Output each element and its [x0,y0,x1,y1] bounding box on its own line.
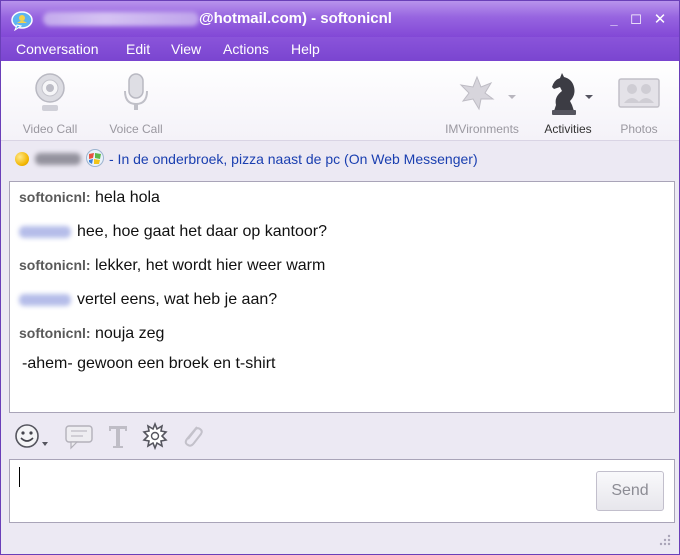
blurred-sender-name [19,225,71,238]
imvironments-button[interactable]: IMVironments [437,67,527,137]
microphone-icon [124,73,148,110]
menu-actions[interactable]: Actions [223,41,269,57]
menu-view[interactable]: View [171,41,201,57]
text-caret [19,467,20,487]
minimize-button[interactable]: _ [605,11,623,29]
toolbar: Video Call Voice Call IMVironments Activ… [1,61,679,141]
message-text: vertel eens, wat heb je aan? [77,291,278,308]
menu-bar: Conversation Edit View Actions Help [1,37,679,61]
activities-button[interactable]: Activities [535,67,601,137]
message-line: softonicnl: hela hola [19,189,160,207]
message-text: hee, hoe gaat het daar op kantoor? [77,223,327,240]
message-text: lekker, het wordt hier weer warm [95,257,326,274]
webcam-icon [35,73,65,111]
message-text: hela hola [95,189,160,206]
emoticon-icon[interactable] [13,421,53,451]
nudge-icon[interactable] [63,421,95,451]
contact-status-bar: - In de onderbroek, pizza naast de pc (O… [1,143,679,175]
personal-message: - In de onderbroek, pizza naast de pc (O… [109,151,478,167]
voice-call-label: Voice Call [109,122,163,136]
message-line: softonicnl: lekker, het wordt hier weer … [19,257,325,275]
messenger-buddy-icon [11,11,33,31]
send-button[interactable]: Send [596,471,664,511]
menu-help[interactable]: Help [291,41,320,57]
blurred-contact-nickname [35,153,81,165]
imvironments-leaf-icon [459,75,516,111]
font-icon[interactable] [105,421,131,451]
message-line: softonicnl: nouja zeg [19,325,164,343]
window-title: @hotmail.com) - softonicnl [199,10,392,27]
chess-knight-icon [552,73,593,115]
photos-icon [618,78,660,108]
format-toolbar [9,417,675,455]
blurred-contact-name [43,12,199,26]
conversation-history[interactable]: softonicnl: hela hola hee, hoe gaat het … [9,181,675,413]
photos-label: Photos [620,122,658,136]
menu-edit[interactable]: Edit [126,41,150,57]
attach-icon[interactable] [179,421,205,451]
presence-icon [15,152,29,166]
maximize-button[interactable]: ☐ [627,11,645,29]
photos-button[interactable]: Photos [607,67,671,137]
message-line: hee, hoe gaat het daar op kantoor? [19,223,327,241]
message-text: nouja zeg [95,325,165,342]
title-bar[interactable]: @hotmail.com) - softonicnl _ ☐ ✕ [1,1,679,37]
video-call-label: Video Call [22,122,78,136]
messenger-window: @hotmail.com) - softonicnl _ ☐ ✕ Convers… [0,0,680,555]
video-call-button[interactable]: Video Call [15,67,85,137]
activities-label: Activities [544,122,592,136]
sender-name: softonicnl: [19,325,91,341]
settings-icon[interactable] [141,421,169,451]
message-text: -ahem- gewoon een broek en t-shirt [22,355,276,372]
close-button[interactable]: ✕ [651,11,669,29]
imvironments-label: IMVironments [445,122,519,136]
message-input[interactable]: Send [9,459,675,523]
message-line: -ahem- gewoon een broek en t-shirt [22,355,275,373]
sender-name: softonicnl: [19,189,91,205]
resize-grip-icon[interactable] [659,534,671,546]
blurred-sender-name [19,293,71,306]
message-line: vertel eens, wat heb je aan? [19,291,277,309]
sender-name: softonicnl: [19,257,91,273]
menu-conversation[interactable]: Conversation [16,41,99,57]
voice-call-button[interactable]: Voice Call [101,67,171,137]
web-messenger-icon [86,149,104,167]
